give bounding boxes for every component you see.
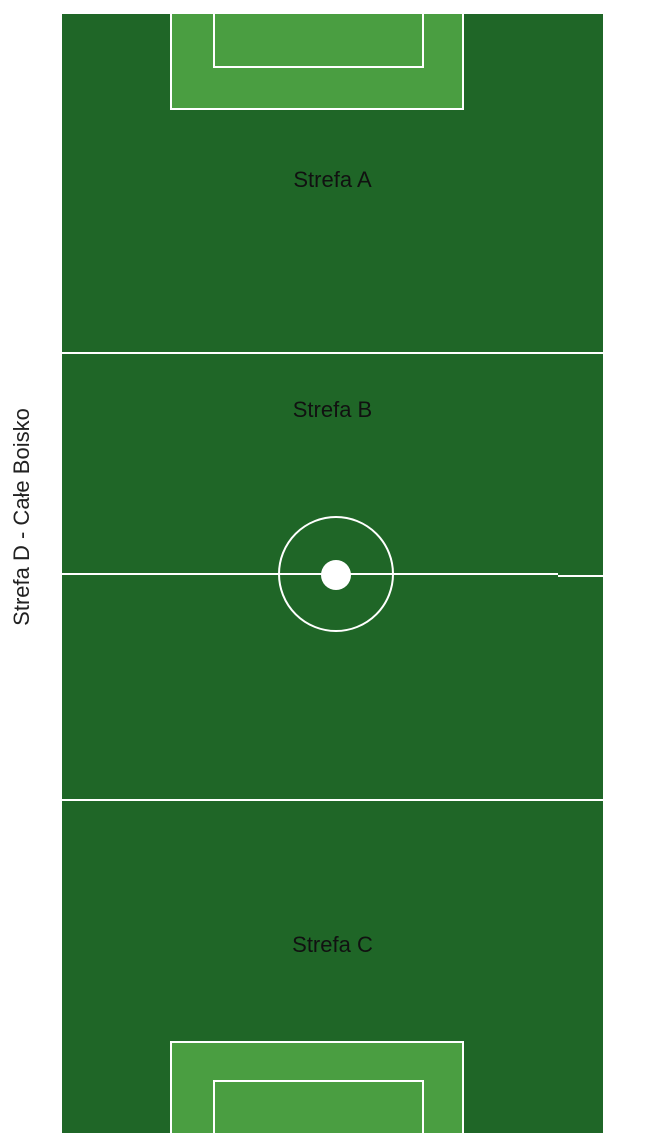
zone-d-label: Strefa D - Całe Boisko (9, 408, 34, 626)
zone-b-label: Strefa B (292, 397, 373, 422)
zone-a-label: Strefa A (293, 167, 372, 192)
zone-b-c-divider (62, 799, 603, 801)
bottom-goal-area (213, 1080, 424, 1133)
zone-c-label: Strefa C (292, 932, 373, 957)
halfway-line-right-segment (558, 575, 603, 577)
center-spot (321, 560, 351, 590)
zone-a-b-divider (62, 352, 603, 354)
pitch: Strefa A Strefa B Strefa C (62, 14, 603, 1133)
top-goal-area (213, 14, 424, 68)
